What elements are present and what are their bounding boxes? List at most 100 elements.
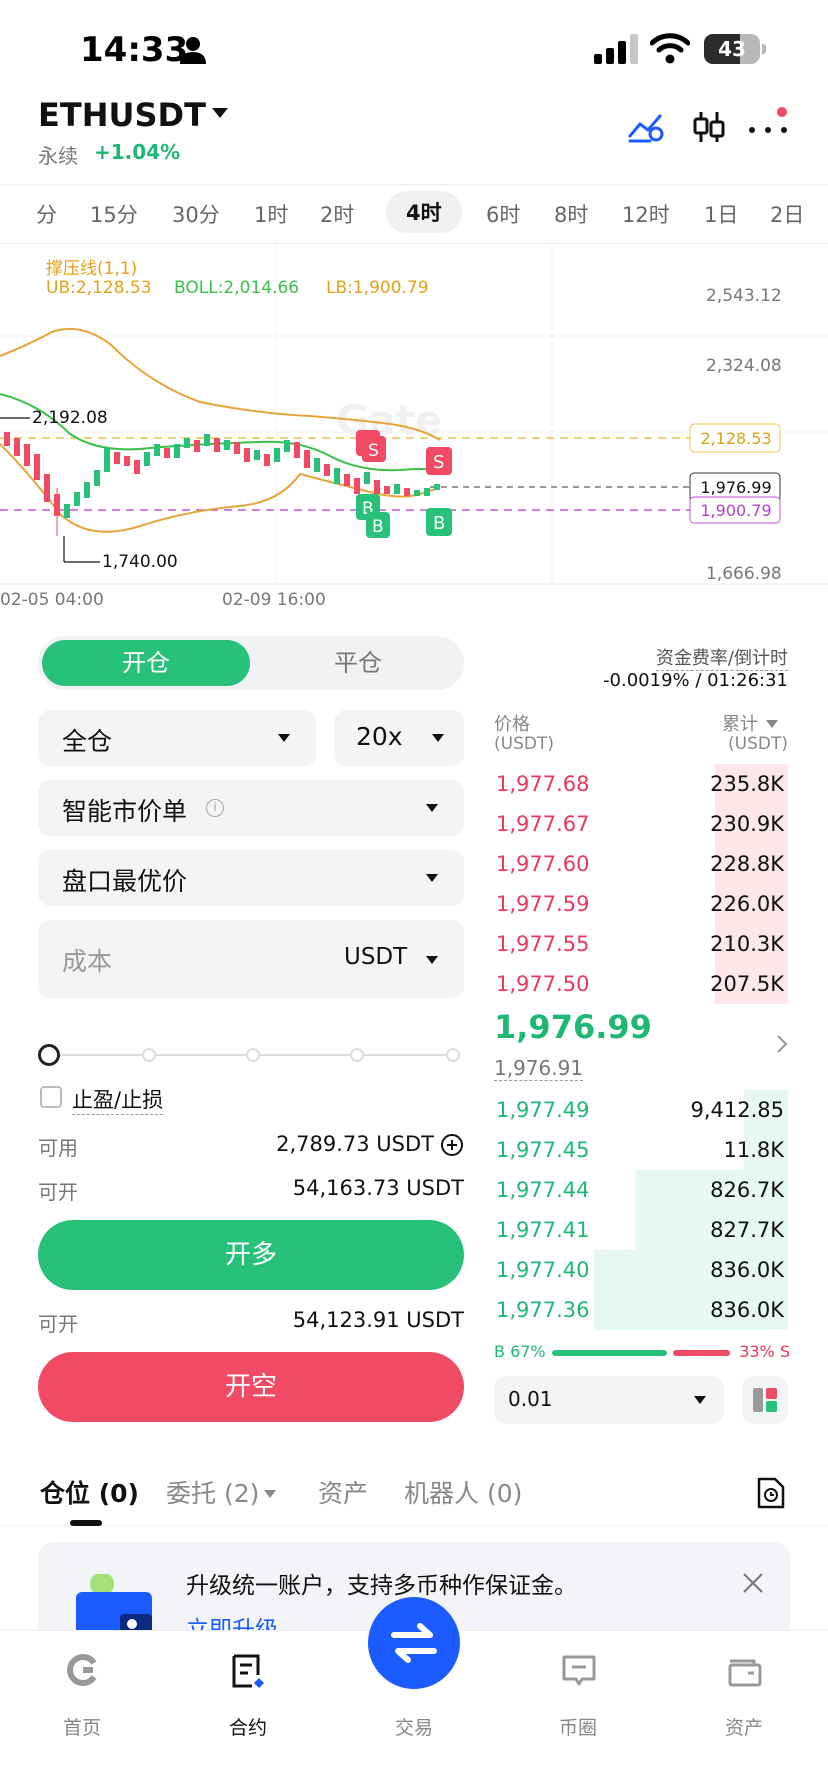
slider-stop[interactable] [142, 1048, 156, 1062]
more-icon[interactable] [748, 106, 792, 140]
order-type-select[interactable]: 智能市价单 i [38, 780, 464, 836]
bid-row[interactable]: 1,977.36 836.0K [494, 1290, 788, 1330]
tab-positions[interactable]: 仓位 (0) [40, 1474, 139, 1510]
caret-down-icon [426, 956, 438, 964]
funding-rate-label[interactable]: 资金费率/倒计时 [655, 644, 788, 671]
tab-timeframe-2d[interactable]: 2日 [770, 199, 804, 229]
ask-row[interactable]: 1,977.60 228.8K [494, 844, 788, 884]
gate-watermark: Gate [336, 398, 442, 444]
amount-slider[interactable] [38, 1044, 460, 1066]
tab-close-position[interactable]: 平仓 [256, 640, 460, 686]
tab-assets[interactable]: 资产 [318, 1474, 368, 1510]
ask-row[interactable]: 1,977.68 235.8K [494, 764, 788, 804]
active-tab-indicator [70, 1520, 102, 1526]
indicator-ub: UB:2,128.53 [46, 278, 152, 298]
slider-stop[interactable] [446, 1048, 460, 1062]
tpsl-label[interactable]: 止盈/止损 [72, 1084, 164, 1115]
bid-row[interactable]: 1,977.45 11.8K [494, 1130, 788, 1170]
tab-timeframe-15m[interactable]: 15分 [90, 199, 138, 229]
battery-level: 43 [718, 37, 746, 61]
sell-ratio-fill [673, 1350, 730, 1356]
status-time: 14:33 [80, 30, 189, 70]
caret-down-icon[interactable] [264, 1490, 276, 1498]
candlestick-icon[interactable] [692, 110, 726, 144]
tab-timeframe-30m[interactable]: 30分 [172, 199, 220, 229]
tab-timeframe-1d[interactable]: 1日 [704, 199, 738, 229]
open-long-button[interactable]: 开多 [38, 1220, 464, 1290]
add-circle-icon[interactable] [440, 1133, 464, 1157]
col-cum-header[interactable]: 累计 [722, 710, 758, 736]
trend-chart-icon[interactable] [628, 110, 664, 144]
bid-row[interactable]: 1,977.41 827.7K [494, 1210, 788, 1250]
bid-price: 1,977.45 [496, 1138, 590, 1162]
ask-price: 1,977.68 [496, 772, 590, 796]
bid-price: 1,977.40 [496, 1258, 590, 1282]
nav-community-label: 币圈 [558, 1717, 597, 1739]
cost-input[interactable]: 成本 USDT [38, 920, 464, 998]
ask-row[interactable]: 1,977.59 226.0K [494, 884, 788, 924]
indicator-boll: BOLL:2,014.66 [174, 278, 300, 298]
price-axis-label: 2,543.12 [706, 286, 782, 306]
status-bar: 14:33 43 [0, 0, 828, 96]
slider-stop[interactable] [350, 1048, 364, 1062]
perpetual-label: 永续 [38, 144, 78, 168]
tab-timeframe-2h[interactable]: 2时 [320, 199, 354, 229]
buy-ratio: B 67% [494, 1342, 546, 1361]
book-layout-button[interactable] [742, 1376, 788, 1424]
bid-row[interactable]: 1,977.40 836.0K [494, 1250, 788, 1290]
ask-row[interactable]: 1,977.55 210.3K [494, 924, 788, 964]
last-price: 1,976.99 [494, 1008, 652, 1046]
symbol-selector[interactable]: ETHUSDT [38, 96, 206, 134]
bid-row[interactable]: 1,977.49 9,412.85 [494, 1090, 788, 1130]
nav-assets-label: 资产 [724, 1717, 763, 1739]
caret-down-icon[interactable] [212, 108, 228, 118]
tab-timeframe-12h[interactable]: 12时 [622, 199, 670, 229]
ask-price: 1,977.67 [496, 812, 590, 836]
pair-header: ETHUSDT 永续 +1.04% [0, 96, 828, 184]
kline-chart[interactable]: Gate S S B B B 撑压线(1,1) UB:2,128.53 BOLL… [0, 244, 828, 614]
caret-down-icon[interactable] [766, 720, 778, 728]
slider-stop[interactable] [246, 1048, 260, 1062]
tab-timeframe-1h[interactable]: 1时 [254, 199, 288, 229]
col-price-unit: (USDT) [494, 734, 554, 754]
bid-row[interactable]: 1,977.44 826.7K [494, 1170, 788, 1210]
nav-futures-label: 合约 [228, 1717, 267, 1739]
price-axis-label: 1,666.98 [706, 564, 782, 584]
trade-fab[interactable] [368, 1597, 460, 1689]
tab-timeframe-8h[interactable]: 8时 [554, 199, 588, 229]
tab-timeframe-4h[interactable]: 4时 [386, 191, 462, 233]
ask-price: 1,977.55 [496, 932, 590, 956]
price-mode-select[interactable]: 盘口最优价 [38, 850, 464, 906]
tab-orders[interactable]: 委托 (2) [166, 1474, 259, 1510]
chevron-right-icon[interactable] [776, 1034, 788, 1054]
slider-thumb[interactable] [38, 1044, 60, 1066]
margin-mode-select[interactable]: 全仓 [38, 710, 316, 766]
bid-amount: 827.7K [710, 1218, 784, 1242]
cost-unit-select[interactable]: USDT [344, 944, 407, 970]
buy-ratio-fill [552, 1350, 668, 1356]
margin-mode-value: 全仓 [62, 727, 113, 756]
tab-timeframe-6h[interactable]: 6时 [486, 199, 520, 229]
bottom-nav: 首页 合约 交易 币圈 资产 [0, 1597, 828, 1792]
info-icon[interactable]: i [206, 799, 224, 817]
time-axis-label: 02-09 16:00 [222, 590, 326, 610]
tpsl-checkbox[interactable] [40, 1086, 62, 1108]
history-icon[interactable] [756, 1476, 786, 1510]
tab-timeframe-1m[interactable]: 分 [36, 199, 57, 229]
bid-amount: 826.7K [710, 1178, 784, 1202]
leverage-select[interactable]: 20x [334, 710, 464, 766]
ask-row[interactable]: 1,977.67 230.9K [494, 804, 788, 844]
ask-amount: 226.0K [710, 892, 784, 916]
home-icon [67, 1654, 97, 1686]
open-short-button[interactable]: 开空 [38, 1352, 464, 1422]
order-type-value: 智能市价单 [62, 797, 188, 826]
open-close-switch: 开仓 平仓 [38, 636, 464, 690]
ask-row[interactable]: 1,977.50 207.5K [494, 964, 788, 1004]
time-axis-label: 02-05 04:00 [0, 590, 104, 610]
tab-bots[interactable]: 机器人 (0) [404, 1474, 522, 1510]
ask-amount: 228.8K [710, 852, 784, 876]
precision-select[interactable]: 0.01 [494, 1376, 724, 1424]
tab-open-position[interactable]: 开仓 [42, 640, 250, 686]
mark-price[interactable]: 1,976.91 [494, 1056, 584, 1081]
close-icon[interactable] [742, 1572, 764, 1594]
